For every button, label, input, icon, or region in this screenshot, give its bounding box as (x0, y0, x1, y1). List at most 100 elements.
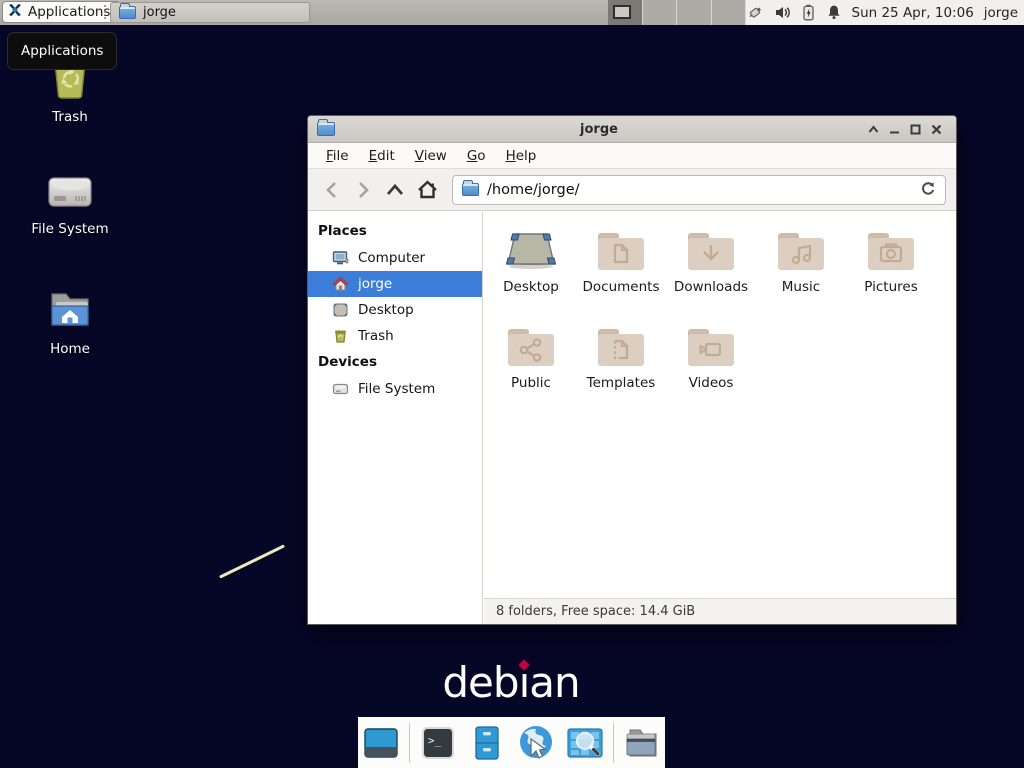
menubar: File Edit View Go Help (308, 143, 956, 169)
pictures-folder-icon (864, 222, 918, 272)
workspace-1[interactable] (608, 0, 643, 25)
sidebar-item-computer[interactable]: Computer (308, 245, 482, 271)
file-item-label: Videos (689, 375, 734, 391)
logo-text-pre: deb (442, 658, 518, 707)
forward-button[interactable] (350, 177, 376, 203)
menu-go[interactable]: Go (457, 148, 496, 164)
sidebar-item-trash[interactable]: Trash (308, 323, 482, 349)
top-panel: Applications jorge (0, 0, 1024, 25)
sidebar-item-file-system[interactable]: File System (308, 376, 482, 402)
taskbar-window-button[interactable]: jorge (110, 2, 310, 23)
dock-item-web-browser[interactable] (515, 722, 557, 764)
notifications-icon[interactable] (826, 4, 842, 21)
file-item-label: Downloads (674, 279, 748, 295)
desktop-icon-file-system[interactable]: File System (15, 170, 125, 237)
menu-view[interactable]: View (405, 148, 457, 164)
workspace-2[interactable] (643, 0, 678, 25)
battery-icon[interactable] (801, 4, 816, 21)
home-icon (332, 276, 349, 292)
applications-menu-button[interactable]: Applications (2, 1, 120, 23)
sidebar-devices-header: Devices (308, 349, 482, 376)
home-button[interactable] (414, 177, 440, 203)
maximize-button[interactable] (905, 120, 926, 138)
trash-icon (332, 328, 349, 344)
dock-item-file-manager[interactable] (621, 722, 663, 764)
file-item-label: Desktop (503, 279, 559, 295)
public-folder-icon (504, 318, 558, 368)
panel-clock[interactable]: Sun 25 Apr, 10:06 (852, 5, 974, 21)
taskbar-window-label: jorge (143, 5, 176, 20)
logo-letter-i: ı (519, 658, 530, 707)
file-item-label: Public (511, 375, 551, 391)
sidebar-item-label: Computer (358, 250, 425, 266)
desktop-icon-label: Home (50, 341, 90, 357)
dock-item-app-finder[interactable] (564, 722, 606, 764)
file-item-music[interactable]: Music (756, 222, 846, 318)
workspace-3[interactable] (677, 0, 712, 25)
file-item-templates[interactable]: Templates (576, 318, 666, 414)
hard-drive-icon (45, 170, 95, 216)
xfce-logo-icon (7, 2, 23, 22)
location-bar[interactable]: /home/jorge/ (452, 175, 946, 205)
dock-item-terminal[interactable]: >_ (417, 722, 459, 764)
statusbar: 8 folders, Free space: 14.4 GiB (484, 598, 956, 624)
debian-wallpaper-logo: debıan (411, 658, 611, 707)
file-grid: Desktop Documents (483, 212, 956, 624)
menu-help[interactable]: Help (496, 148, 547, 164)
desktop-trapezoid-icon (504, 222, 558, 272)
sidebar-item-jorge[interactable]: jorge (308, 271, 482, 297)
documents-folder-icon (594, 222, 648, 272)
wallpaper-line-decoration (219, 544, 285, 578)
sidebar-item-label: Trash (358, 328, 394, 344)
menu-edit[interactable]: Edit (359, 148, 405, 164)
window-icon (317, 122, 335, 136)
bottom-dock: >_ (358, 717, 665, 768)
back-button[interactable] (318, 177, 344, 203)
file-item-public[interactable]: Public (486, 318, 576, 414)
file-item-desktop[interactable]: Desktop (486, 222, 576, 318)
applications-tooltip: Applications (7, 32, 117, 70)
path-text[interactable]: /home/jorge/ (487, 182, 912, 198)
workspace-window-preview (613, 5, 631, 19)
volume-icon[interactable] (774, 4, 791, 21)
system-tray: Sun 25 Apr, 10:06 jorge (747, 0, 1019, 25)
window-content: Places Computer jorge (308, 212, 956, 624)
file-item-label: Templates (587, 375, 656, 391)
file-item-videos[interactable]: Videos (666, 318, 756, 414)
close-button[interactable] (926, 120, 947, 138)
applications-menu-label: Applications (28, 4, 110, 20)
file-item-pictures[interactable]: Pictures (846, 222, 936, 318)
templates-folder-icon (594, 318, 648, 368)
up-button[interactable] (382, 177, 408, 203)
workspace-4[interactable] (712, 0, 747, 25)
sidebar-item-label: jorge (358, 276, 392, 292)
window-folder-icon (119, 6, 136, 19)
sidebar-item-label: File System (358, 381, 435, 397)
file-item-documents[interactable]: Documents (576, 222, 666, 318)
network-icon[interactable] (747, 4, 764, 21)
menu-file[interactable]: File (316, 148, 359, 164)
titlebar[interactable]: jorge (308, 116, 956, 143)
file-item-downloads[interactable]: Downloads (666, 222, 756, 318)
sidebar-item-label: Desktop (358, 302, 414, 318)
toolbar: /home/jorge/ (308, 169, 956, 211)
desktop-icon-home[interactable]: Home (15, 288, 125, 357)
home-folder-icon (46, 288, 94, 336)
shade-button[interactable] (863, 120, 884, 138)
svg-text:>_: >_ (428, 734, 442, 747)
dock-item-desktop[interactable] (360, 722, 402, 764)
dock-item-file-cabinet[interactable] (466, 722, 508, 764)
file-item-label: Pictures (864, 279, 917, 295)
statusbar-text: 8 folders, Free space: 14.4 GiB (496, 604, 695, 619)
panel-username[interactable]: jorge (984, 5, 1018, 21)
desktop-icon-label: Trash (52, 109, 88, 125)
sidebar: Places Computer jorge (308, 212, 483, 624)
reload-icon[interactable] (920, 180, 936, 200)
sidebar-item-desktop[interactable]: Desktop (308, 297, 482, 323)
tooltip-text: Applications (21, 43, 103, 59)
minimize-button[interactable] (884, 120, 905, 138)
workspace-switcher[interactable] (608, 0, 746, 25)
window-title: jorge (335, 122, 863, 137)
videos-folder-icon (684, 318, 738, 368)
computer-icon (332, 250, 349, 266)
